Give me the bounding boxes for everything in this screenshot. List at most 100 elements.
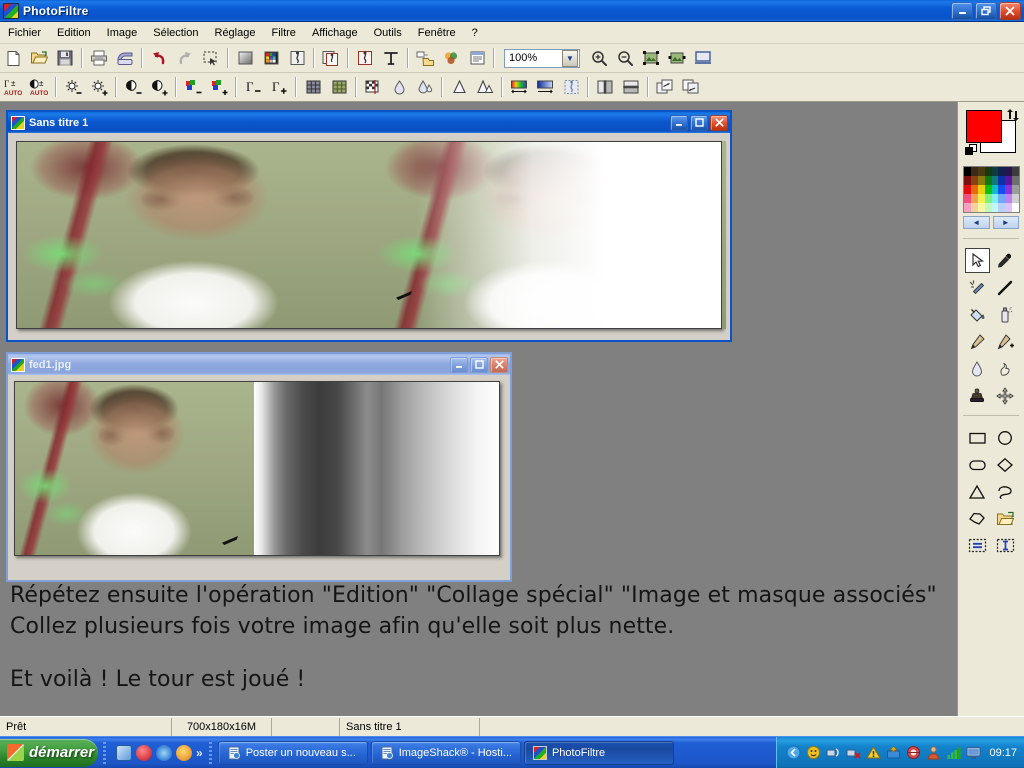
document-maximize-button[interactable] [690, 114, 708, 131]
color-swatch[interactable] [998, 185, 1006, 194]
arrow-select-tool[interactable] [964, 248, 990, 273]
stamp-tool[interactable] [965, 383, 990, 408]
chevron-down-icon[interactable]: ▼ [562, 49, 578, 67]
document-canvas-fed1-jpg[interactable] [8, 375, 510, 580]
media-player-icon[interactable] [136, 744, 152, 761]
document-window-sans-titre-1[interactable]: Sans titre 1 [6, 110, 732, 342]
menu-item-selection[interactable]: Sélection [145, 25, 206, 41]
vertical-align-tool[interactable] [993, 533, 1018, 558]
color-swatch[interactable] [970, 185, 978, 194]
task-button-imageshack[interactable]: ImageShack® - Hosti... [370, 740, 521, 765]
redo-icon[interactable] [173, 46, 197, 70]
brightness-down-icon[interactable] [61, 75, 85, 99]
task-button-poster[interactable]: Poster un nouveau s... [217, 740, 368, 765]
color-swatch[interactable] [998, 176, 1006, 185]
close-button[interactable] [999, 1, 1021, 20]
text-icon[interactable] [379, 46, 403, 70]
load-shape-tool[interactable] [993, 506, 1018, 531]
color-swatch[interactable] [977, 167, 985, 176]
color-swatch[interactable] [970, 167, 978, 176]
gamma-down-icon[interactable]: Γ [241, 75, 265, 99]
paintbrush-tool[interactable] [965, 329, 990, 354]
taskbar-clock[interactable]: 09:17 [986, 747, 1017, 759]
saturation-up-icon[interactable] [207, 75, 231, 99]
restore-button[interactable] [975, 1, 997, 20]
tray-display-icon[interactable] [966, 745, 981, 760]
tray-messenger-icon[interactable] [806, 745, 821, 760]
lasso-shape-tool[interactable] [993, 479, 1018, 504]
scan-icon[interactable] [113, 46, 137, 70]
mask-copy-icon[interactable] [319, 46, 343, 70]
ellipse-shape-tool[interactable] [993, 425, 1018, 450]
mask-icon[interactable] [285, 46, 309, 70]
tray-network-icon[interactable] [826, 745, 841, 760]
save-file-icon[interactable] [53, 46, 77, 70]
minimize-button[interactable] [951, 1, 973, 20]
swatch-next-button[interactable]: ► [992, 216, 1019, 229]
color-swatch[interactable] [977, 203, 985, 212]
workspace-area[interactable]: Sans titre 1 fed1.jpg Répétez ensuite l'… [0, 102, 957, 716]
rotate-right-icon[interactable] [679, 75, 703, 99]
color-swatch[interactable] [964, 185, 971, 194]
transparency-icon[interactable] [353, 46, 377, 70]
open-file-icon[interactable] [27, 46, 51, 70]
smudge-tool[interactable] [993, 356, 1018, 381]
color-swatch[interactable] [1005, 203, 1013, 212]
tray-network-error-icon[interactable] [846, 745, 862, 760]
fit-screen-icon[interactable] [665, 46, 689, 70]
menu-item-fichier[interactable]: Fichier [0, 25, 49, 41]
zoom-in-icon[interactable] [587, 46, 611, 70]
waterdrop-tool[interactable] [965, 356, 990, 381]
tray-user-icon[interactable] [926, 745, 941, 760]
color-swatch[interactable] [964, 176, 971, 185]
color-swatch[interactable] [998, 203, 1006, 212]
brightness-up-icon[interactable] [87, 75, 111, 99]
gradient-blue-icon[interactable] [533, 75, 557, 99]
undo-icon[interactable] [147, 46, 171, 70]
module-icon[interactable] [465, 46, 489, 70]
sharpen-more-icon[interactable] [473, 75, 497, 99]
swatch-prev-button[interactable]: ◄ [963, 216, 990, 229]
rounded-rectangle-shape-tool[interactable] [965, 452, 990, 477]
color-swatch[interactable] [977, 194, 985, 203]
color-swatch[interactable] [970, 176, 978, 185]
swap-colors-icon[interactable] [1006, 108, 1020, 122]
menu-item-reglage[interactable]: Réglage [207, 25, 264, 41]
color-swatch[interactable] [991, 176, 999, 185]
internet-explorer-icon[interactable] [156, 744, 172, 761]
flip-v-icon[interactable] [619, 75, 643, 99]
document-close-button[interactable] [490, 356, 508, 373]
contrast-down-icon[interactable] [121, 75, 145, 99]
color-swatch[interactable] [1012, 185, 1019, 194]
color-swatch[interactable] [1012, 203, 1019, 212]
color-swatch[interactable] [991, 185, 999, 194]
color-swatch[interactable] [998, 167, 1006, 176]
document-maximize-button[interactable] [470, 356, 488, 373]
color-swatch[interactable] [964, 203, 971, 212]
mosaic-icon[interactable] [327, 75, 351, 99]
tray-signal-icon[interactable] [946, 745, 962, 760]
windows-media-icon[interactable] [176, 744, 192, 761]
foreground-color-swatch[interactable] [966, 110, 1002, 143]
paint-bucket-tool[interactable] [965, 302, 990, 327]
selection-icon[interactable] [199, 46, 223, 70]
fit-width-icon[interactable] [639, 46, 663, 70]
zoom-combobox[interactable]: 100% ▼ [504, 48, 580, 68]
color-swatch[interactable] [970, 203, 978, 212]
document-title-bar[interactable]: Sans titre 1 [8, 112, 730, 133]
texture-icon[interactable] [559, 75, 583, 99]
menu-item-filtre[interactable]: Filtre [263, 25, 303, 41]
document-title-bar[interactable]: fed1.jpg [8, 354, 510, 375]
magic-wand-tool[interactable] [965, 275, 990, 300]
document-canvas-sans-titre-1[interactable] [8, 133, 730, 340]
color-swatch[interactable] [984, 194, 992, 203]
triangle-shape-tool[interactable] [965, 479, 990, 504]
dither-icon[interactable] [301, 75, 325, 99]
color-swatch[interactable] [991, 167, 999, 176]
color-swatch[interactable] [977, 176, 985, 185]
menu-item-fenetre[interactable]: Fenêtre [410, 25, 464, 41]
start-button[interactable]: démarrer [0, 738, 98, 767]
polygon-shape-tool[interactable] [965, 506, 990, 531]
color-swatch[interactable] [1005, 185, 1013, 194]
eyedropper-tool[interactable] [993, 248, 1018, 273]
